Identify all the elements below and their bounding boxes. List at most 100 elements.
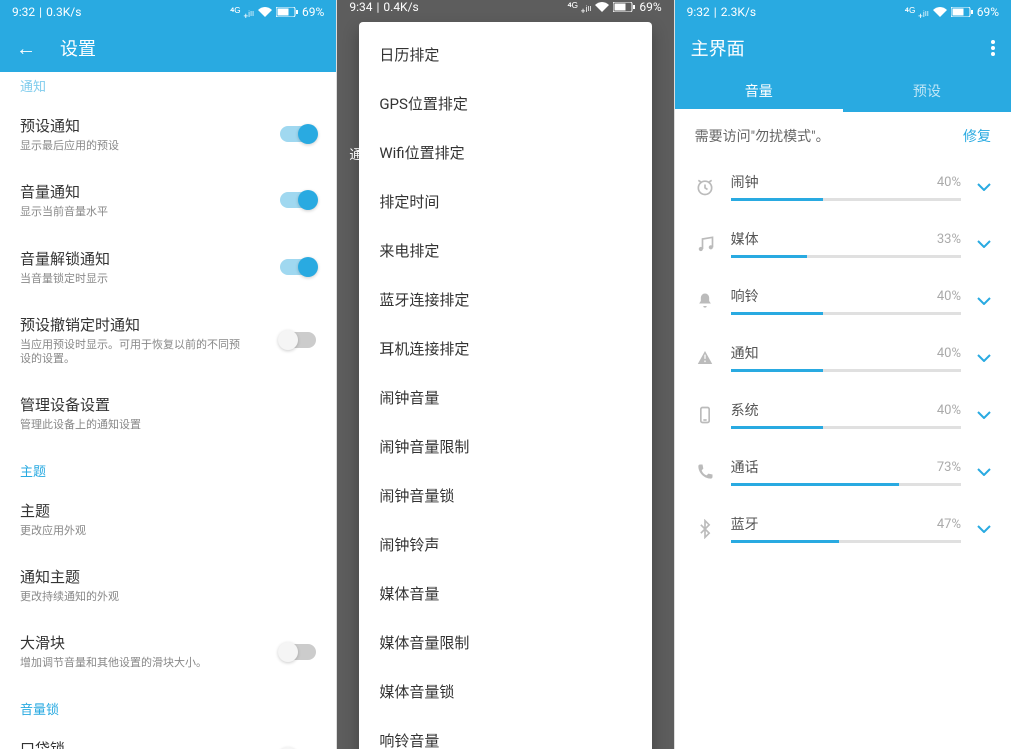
bluetooth-icon — [695, 519, 715, 539]
section-header-theme: 主题 — [0, 447, 336, 486]
alarm-icon — [695, 177, 715, 197]
menu-item[interactable]: 闹钟音量锁 — [359, 471, 651, 520]
chevron-down-icon[interactable] — [977, 354, 991, 362]
volume-row-alarm[interactable]: 闹钟40% — [675, 160, 1011, 217]
volume-slider[interactable] — [731, 483, 961, 486]
menu-item[interactable]: Wifi位置排定 — [359, 128, 651, 177]
chevron-down-icon[interactable] — [977, 240, 991, 248]
tab-bar: 音量 预设 — [675, 72, 1011, 112]
status-bar: 9:34 | 0.4K/s ⁴ᴳ ₊ᵢₗₗ 69% — [337, 0, 673, 14]
menu-item[interactable]: 响铃音量 — [359, 716, 651, 749]
volume-row-phone[interactable]: 通话73% — [675, 445, 1011, 502]
setting-notice-theme[interactable]: 通知主题 更改持续通知的外观 — [0, 552, 336, 618]
setting-pocket-lock[interactable]: 口袋锁 当屏幕关闭时锁定 音量 — [0, 724, 336, 749]
volume-name: 媒体 — [731, 229, 759, 249]
switch-toggle[interactable] — [280, 332, 316, 348]
menu-item[interactable]: 蓝牙连接排定 — [359, 275, 651, 324]
volume-slider[interactable] — [731, 426, 961, 429]
volume-row-warn[interactable]: 通知 40% — [675, 331, 1011, 388]
volume-slider[interactable] — [731, 540, 961, 543]
menu-item[interactable]: 闹钟音量 — [359, 373, 651, 422]
volume-name: 通话 — [731, 457, 759, 477]
menu-item[interactable]: 日历排定 — [359, 30, 651, 79]
fix-button[interactable]: 修复 — [963, 126, 991, 146]
volume-list[interactable]: 需要访问"勿扰模式"。 修复 闹钟40%媒体33%响铃40%通知40%系统40%… — [675, 112, 1011, 749]
bell-icon — [695, 291, 715, 311]
setting-undo-notice[interactable]: 预设撤销定时通知 当应用预设时显示。可用于恢复以前的不同预设的设置。 — [0, 300, 336, 381]
volume-name: 通知 — [731, 343, 759, 363]
menu-item[interactable]: 闹钟铃声 — [359, 520, 651, 569]
setting-unlock-notice[interactable]: 音量解锁通知 当音量锁定时显示 — [0, 234, 336, 300]
status-bar: 9:32 | 0.3K/s ⁴ᴳ ₊ᵢₗₗ 69% — [0, 0, 336, 24]
menu-item[interactable]: 耳机连接排定 — [359, 324, 651, 373]
signal-icon: ⁴ᴳ ₊ᵢₗₗ — [230, 5, 254, 19]
back-button[interactable]: ← — [16, 36, 36, 61]
status-time: 9:32 — [687, 5, 710, 19]
status-battery: 69% — [977, 5, 999, 19]
switch-toggle[interactable] — [280, 644, 316, 660]
menu-item[interactable]: 来电排定 — [359, 226, 651, 275]
signal-icon: ⁴ᴳ ₊ᵢₗₗ — [567, 0, 591, 14]
volume-slider[interactable] — [731, 312, 961, 315]
menu-item[interactable]: 闹钟音量限制 — [359, 422, 651, 471]
menu-item[interactable]: 媒体音量 — [359, 569, 651, 618]
status-speed: 0.3K/s — [46, 5, 81, 19]
dialog-backdrop[interactable]: 通知 日历排定 GPS位置排定 Wifi位置排定 排定时间 来电排定 蓝牙连接排… — [337, 14, 673, 749]
volume-row-phone_rect[interactable]: 系统 40% — [675, 388, 1011, 445]
volume-percent: 40% — [937, 403, 961, 418]
page-title: 主界面 — [691, 35, 991, 61]
status-bar: 9:32 | 2.3K/s ⁴ᴳ ₊ᵢₗₗ 69% — [675, 0, 1011, 24]
battery-icon — [613, 2, 635, 12]
setting-preset-notice[interactable]: 预设通知 显示最后应用的预设 — [0, 101, 336, 167]
volume-percent: 40% — [937, 289, 961, 304]
switch-toggle[interactable] — [280, 259, 316, 275]
setting-volume-notice[interactable]: 音量通知 显示当前音量水平 — [0, 167, 336, 233]
volume-name: 蓝牙 — [731, 514, 759, 534]
menu-item[interactable]: 媒体音量锁 — [359, 667, 651, 716]
status-speed: 0.4K/s — [383, 0, 418, 14]
header: 主界面 — [675, 24, 1011, 72]
screen-main: 9:32 | 2.3K/s ⁴ᴳ ₊ᵢₗₗ 69% 主界面 音量 预设 需要访问… — [674, 0, 1011, 749]
sidebar-label: 通知 — [349, 144, 375, 163]
chevron-down-icon[interactable] — [977, 411, 991, 419]
phone_rect-icon — [695, 405, 715, 425]
switch-toggle[interactable] — [280, 126, 316, 142]
music-icon — [695, 234, 715, 254]
volume-name: 系统 — [731, 400, 759, 420]
section-header-vollock: 音量锁 — [0, 685, 336, 724]
tab-preset[interactable]: 预设 — [843, 72, 1011, 112]
volume-percent: 40% — [937, 346, 961, 361]
chevron-down-icon[interactable] — [977, 525, 991, 533]
menu-item[interactable]: GPS位置排定 — [359, 79, 651, 128]
chevron-down-icon[interactable] — [977, 468, 991, 476]
menu-item[interactable]: 排定时间 — [359, 177, 651, 226]
setting-big-slider[interactable]: 大滑块 增加调节音量和其他设置的滑块大小。 — [0, 618, 336, 684]
status-time: 9:32 — [12, 5, 35, 19]
header: ← 设置 — [0, 24, 336, 72]
volume-row-bell[interactable]: 响铃 40% — [675, 274, 1011, 331]
volume-name: 响铃 — [731, 286, 759, 306]
volume-row-music[interactable]: 媒体33% — [675, 217, 1011, 274]
setting-device-manage[interactable]: 管理设备设置 管理此设备上的通知设置 — [0, 380, 336, 446]
warn-icon — [695, 348, 715, 368]
wifi-icon — [595, 2, 609, 12]
volume-slider[interactable] — [731, 255, 961, 258]
volume-percent: 40% — [937, 175, 961, 190]
setting-theme[interactable]: 主题 更改应用外观 — [0, 486, 336, 552]
settings-list[interactable]: 通知 预设通知 显示最后应用的预设 音量通知 显示当前音量水平 音量解锁通知 当… — [0, 72, 336, 749]
status-battery: 69% — [302, 5, 324, 19]
volume-slider[interactable] — [731, 369, 961, 372]
switch-toggle[interactable] — [280, 192, 316, 208]
menu-item[interactable]: 媒体音量限制 — [359, 618, 651, 667]
chevron-down-icon[interactable] — [977, 183, 991, 191]
more-button[interactable] — [991, 40, 995, 56]
status-speed: 2.3K/s — [721, 5, 756, 19]
chevron-down-icon[interactable] — [977, 297, 991, 305]
status-time: 9:34 — [349, 0, 372, 14]
tab-volume[interactable]: 音量 — [675, 72, 843, 112]
screen-menu: 9:34 | 0.4K/s ⁴ᴳ ₊ᵢₗₗ 69% 通知 日历排定 GPS位置排… — [336, 0, 673, 749]
page-title: 设置 — [60, 35, 320, 61]
volume-slider[interactable] — [731, 198, 961, 201]
dropdown-menu: 日历排定 GPS位置排定 Wifi位置排定 排定时间 来电排定 蓝牙连接排定 耳… — [359, 22, 651, 749]
volume-row-bluetooth[interactable]: 蓝牙47% — [675, 502, 1011, 559]
